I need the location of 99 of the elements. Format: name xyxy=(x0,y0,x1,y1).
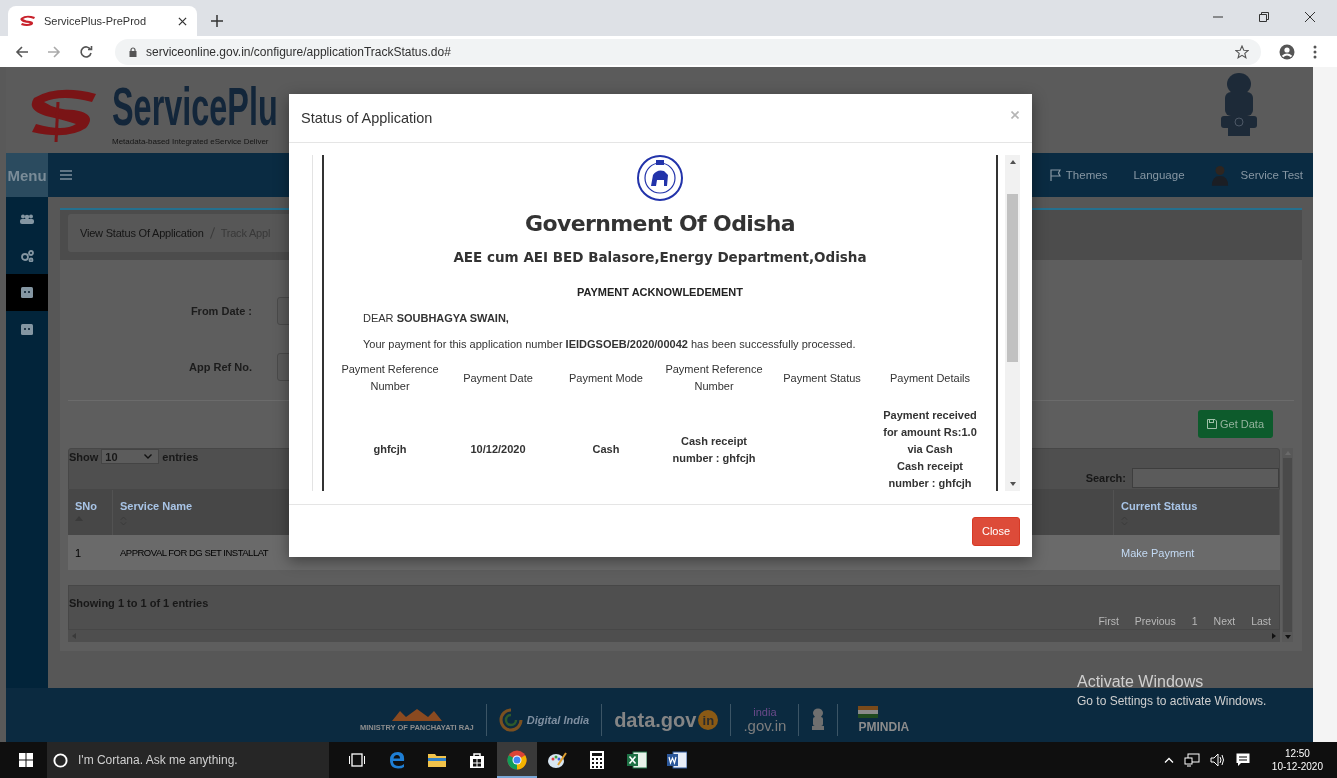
browser-tab[interactable]: ServicePlus-PreProd xyxy=(8,6,197,36)
new-tab-icon[interactable] xyxy=(211,15,223,27)
column-header: Payment Date xyxy=(463,371,533,384)
table-cell-text: 1 xyxy=(74,546,83,559)
close-button[interactable]: Close xyxy=(972,516,1020,546)
menu-icon[interactable] xyxy=(60,170,72,180)
status-link[interactable]: Make Payment xyxy=(1114,546,1280,559)
logo-badge: in xyxy=(698,710,719,730)
logo-text: ServicePlu xyxy=(112,74,278,137)
table-cell-text: Cash xyxy=(591,442,621,457)
table-cell-text: Cash receipt number : ghfcjh xyxy=(887,459,973,491)
start-icon[interactable] xyxy=(19,753,33,767)
star-icon[interactable] xyxy=(1235,44,1249,59)
clock[interactable]: 12:50 10-12-2020 xyxy=(1271,747,1323,773)
task-view-icon xyxy=(349,753,365,767)
field-label: From Date : xyxy=(189,305,252,317)
users-icon xyxy=(20,213,34,224)
table-cell-text: Payment received for amount Rs:1.0 via Cash xyxy=(882,408,978,457)
nav-link[interactable]: Service Test xyxy=(1210,164,1303,186)
document-heading: PAYMENT ACKNOWLEDEMENT xyxy=(577,285,743,299)
message-text: Your payment for this application number IEIDGSOEB/2020/00042 has been successfully processed. xyxy=(362,337,857,351)
logo-text: data.gov xyxy=(614,708,697,732)
search-field[interactable] xyxy=(1132,468,1279,488)
pagination-button[interactable]: Previous xyxy=(1126,613,1184,629)
seal-icon xyxy=(637,155,683,201)
notification-icon[interactable] xyxy=(1235,753,1250,767)
sidebar-item[interactable] xyxy=(6,274,48,311)
calculator-icon xyxy=(590,751,604,769)
breadcrumb-link[interactable]: View Status Of Application xyxy=(80,227,204,239)
activation-title: Activate Windows xyxy=(1077,673,1205,691)
taskbar-app[interactable] xyxy=(497,742,537,778)
vertical-scrollbar[interactable] xyxy=(1005,155,1020,491)
nav-link[interactable]: Themes xyxy=(1049,169,1108,181)
search-label: Search: xyxy=(1085,472,1126,484)
speaker-icon[interactable] xyxy=(1209,753,1226,767)
folder-icon xyxy=(428,753,446,767)
chevron-down-icon xyxy=(144,454,153,459)
pagination-button[interactable]: Next xyxy=(1205,613,1244,629)
flag-icon xyxy=(1049,169,1062,181)
pagination-button[interactable]: Last xyxy=(1243,613,1279,629)
restore-icon[interactable] xyxy=(1259,12,1269,22)
browser-scrollbar[interactable] xyxy=(1313,67,1337,742)
chrome-icon xyxy=(507,750,527,770)
network-icon[interactable] xyxy=(1183,753,1200,767)
scroll-up-icon[interactable] xyxy=(1009,160,1016,164)
window-icon xyxy=(21,287,33,298)
column-header: Payment Reference Number xyxy=(665,363,763,392)
address-field[interactable]: serviceonline.gov.in/configure/applicationTrackStatus.do# xyxy=(115,38,1261,65)
window-icon xyxy=(21,324,33,335)
search-field[interactable]: I'm Cortana. Ask me anything. xyxy=(47,742,329,778)
column-header: Payment Reference Number xyxy=(341,363,439,392)
greeting-text: DEAR SOUBHAGYA SWAIN, xyxy=(362,311,510,325)
back-arrow-icon[interactable] xyxy=(15,44,29,59)
save-icon xyxy=(1207,419,1217,429)
page-size-select[interactable]: 10 xyxy=(101,449,160,464)
chevron-up-icon[interactable] xyxy=(1163,757,1174,763)
lock-icon xyxy=(129,46,137,57)
column-header: Payment Status xyxy=(783,371,861,384)
shopping-bag-icon xyxy=(469,752,485,768)
table-cell-text: APPROVAL FOR DG SET INSTALLAT xyxy=(119,547,270,558)
close-icon[interactable] xyxy=(178,16,187,26)
account-icon[interactable] xyxy=(1279,43,1295,60)
logo-text: .gov.in xyxy=(743,718,787,733)
spreadsheet-icon xyxy=(627,751,647,769)
reload-icon[interactable] xyxy=(79,44,93,59)
entries-label: entries xyxy=(162,450,199,463)
circle-icon xyxy=(53,752,68,768)
table-cell-text: 10/12/2020 xyxy=(469,442,527,457)
flag-icon xyxy=(858,706,879,718)
logo-text: PMINDIA xyxy=(858,720,910,734)
scroll-down-icon[interactable] xyxy=(1009,482,1016,486)
logo-text: india xyxy=(753,707,777,718)
palette-icon xyxy=(547,751,567,769)
dialog-title: Status of Application xyxy=(301,110,433,126)
pagination-button[interactable]: First xyxy=(1090,613,1127,629)
emblem-icon xyxy=(811,708,826,732)
swirl-icon xyxy=(498,708,523,732)
more-icon[interactable] xyxy=(1313,44,1317,59)
office-name: AEE cum AEI BED Balasore,Energy Department,Odisha xyxy=(453,248,867,266)
show-label: Show xyxy=(69,450,99,463)
table-cell-text: ghfcjh xyxy=(372,442,408,457)
document-icon xyxy=(667,751,687,769)
avatar-icon xyxy=(1210,164,1229,186)
gears-icon xyxy=(20,249,34,262)
get-data-button[interactable]: Get Data xyxy=(1198,410,1273,438)
emblem-icon xyxy=(391,708,442,721)
document-title: Government Of Odisha xyxy=(524,211,796,237)
table-cell-text: Cash receipt number : ghfcjh xyxy=(671,433,757,466)
column-header: Payment Details xyxy=(889,371,971,384)
logo-text: Digital India xyxy=(526,714,590,726)
nav-link[interactable]: Language xyxy=(1133,169,1185,181)
column-header: Payment Mode xyxy=(569,371,643,384)
logo-icon xyxy=(20,15,36,27)
menu-label[interactable]: Menu xyxy=(6,153,48,197)
pagination-button[interactable]: 1 xyxy=(1183,613,1206,629)
close-icon[interactable] xyxy=(1305,12,1315,22)
activation-hint: Go to Settings to activate Windows. xyxy=(1077,694,1267,708)
field-label: App Ref No. xyxy=(188,361,252,373)
browser-e-icon xyxy=(388,751,406,769)
